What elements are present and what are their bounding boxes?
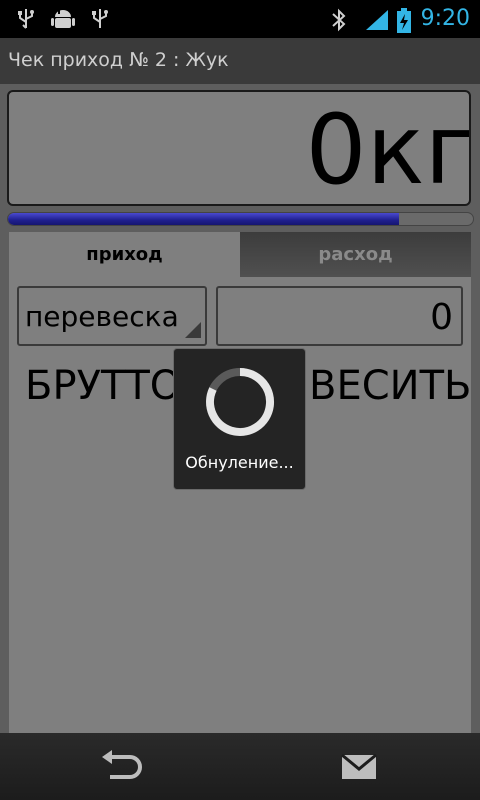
page-title: Чек приход № 2 : Жук xyxy=(8,49,229,71)
app-screen: 9:20 Чек приход № 2 : Жук 0кг приход рас… xyxy=(0,0,480,800)
navigation-bar xyxy=(0,733,480,800)
mail-icon[interactable] xyxy=(338,749,382,785)
progress-dialog: Обнуление... xyxy=(173,348,306,490)
value-input[interactable]: 0 xyxy=(216,286,463,346)
value-input-text: 0 xyxy=(430,297,453,338)
title-bar: Чек приход № 2 : Жук xyxy=(0,38,480,86)
battery-charging-icon xyxy=(397,8,411,33)
clock: 9:20 xyxy=(420,6,470,31)
mode-dropdown-value: перевеска xyxy=(25,300,179,333)
signal-icon xyxy=(366,10,388,30)
usb-icon xyxy=(92,9,108,28)
weigh-button[interactable]: ВЕСИТЬ xyxy=(309,356,471,416)
usb-icon xyxy=(18,9,34,29)
tab-income[interactable]: приход xyxy=(9,232,240,277)
weight-display: 0кг xyxy=(7,90,471,206)
bluetooth-icon xyxy=(332,8,346,32)
tab-expense[interactable]: расход xyxy=(240,232,471,277)
loading-spinner-icon xyxy=(206,368,274,436)
status-bar: 9:20 xyxy=(0,0,480,38)
weight-progress-bar xyxy=(7,212,474,226)
dropdown-arrow-icon xyxy=(185,322,201,338)
weight-value: 0кг xyxy=(305,94,471,206)
android-debug-icon xyxy=(51,10,75,28)
weight-progress-fill xyxy=(8,213,399,225)
mode-dropdown[interactable]: перевеска xyxy=(17,286,207,346)
dialog-message: Обнуление... xyxy=(185,453,294,472)
back-icon[interactable] xyxy=(100,749,144,785)
